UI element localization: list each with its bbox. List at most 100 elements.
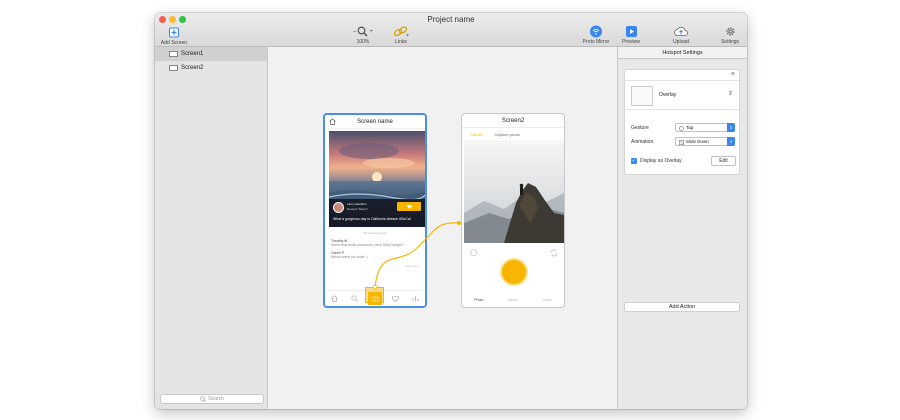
tab-activity[interactable] [390,293,402,305]
add-action-button[interactable]: Add Action [624,302,740,312]
sidebar-item-label: Screen1 [181,51,204,57]
capture-tabs: Cancel Capture photo [462,128,564,142]
proto-mirror-button[interactable]: Proto Mirror [580,25,612,45]
upload-button[interactable]: Upload [669,25,693,45]
gesture-label: Gesture [631,125,649,131]
screens-sidebar: Screen1 Screen2 Search [155,47,268,409]
comment-text: Whoa sweet pic dude :) [331,255,368,259]
comment-item: Calvin P. Whoa sweet pic dude :) [331,251,368,259]
preview-button[interactable]: Preview [619,25,643,45]
settings-button[interactable]: Settings [717,25,743,45]
display-overlay-checkbox[interactable]: ✓ Display as Overlay [631,158,682,164]
links-label: Links [395,39,407,45]
app-window: Project name Add Screen – + 100% Links P… [155,13,747,409]
settings-label: Settings [720,39,740,45]
screen1-header: Screen name [325,115,425,129]
tab-album[interactable]: Album [508,298,518,302]
preview-label: Preview [622,39,640,45]
transition-selector[interactable]: Overlay ⇕ [625,80,739,110]
design-canvas[interactable]: Screen name Larry Hamilton Newport Beach… [268,47,617,409]
tab-stats[interactable] [409,293,421,305]
link-icon [393,26,409,37]
screen-thumbnail-icon [169,51,178,57]
add-screen-button[interactable]: Add Screen [157,25,191,46]
tab-video[interactable]: Video [543,298,552,302]
sidebar-item-screen1[interactable]: Screen1 [155,47,267,61]
hotspot-settings-panel: Hotspot Settings × Overlay ⇕ Gesture Tap… [617,47,747,409]
post-info-bar: Larry Hamilton Newport Beach What a gorg… [329,199,425,227]
screen1-artboard[interactable]: Screen name Larry Hamilton Newport Beach… [323,113,427,308]
hotspot-card: × Overlay ⇕ Gesture Tap ⇕ Animation Slid… [624,69,740,175]
search-placeholder: Search [208,396,224,402]
gesture-value: Tap [686,125,694,130]
overlay-thumbnail [631,86,653,106]
checkmark-icon: ✓ [631,158,637,164]
post-caption: What a gorgeous day in California #beach… [333,217,411,221]
sidebar-item-screen2[interactable]: Screen2 [155,61,267,75]
gesture-select[interactable]: Tap ⇕ [675,123,735,132]
screen2-title: Screen2 [501,117,525,124]
grid-toggle-icon[interactable] [470,249,477,256]
stepper-arrows-icon: ⇕ [727,91,733,97]
sunset-photo: Larry Hamilton Newport Beach What a gorg… [329,131,425,227]
dropdown-arrow-icon: ⇕ [727,137,735,146]
display-overlay-label: Display as Overlay [640,158,682,164]
proto-mirror-label: Proto Mirror [582,39,610,45]
wifi-icon [590,25,602,38]
zoom-out-button[interactable]: – [353,29,356,35]
screen1-title: Screen name [357,118,393,125]
comment-text: Damn that looks awesome Larry! BBQ tonig… [331,243,404,247]
cancel-link[interactable]: Cancel [470,132,482,137]
tap-icon [679,126,684,131]
animation-select[interactable]: Slide Down ⇕ [675,137,735,146]
transition-name: Overlay [659,92,677,98]
zoom-in-button[interactable]: + [369,29,373,35]
home-icon [329,118,336,125]
upload-label: Upload [673,39,689,45]
screen2-artboard[interactable]: Screen2 Cancel Capture photo Photo Album… [461,113,565,308]
edit-button[interactable]: Edit [711,156,736,166]
animation-value: Slide Down [686,139,709,144]
gear-icon [725,27,735,36]
comment-item: Timothy M. Damn that looks awesome Larry… [331,239,404,247]
add-screen-label: Add Screen [160,40,188,46]
panel-header: Hotspot Settings [618,47,747,59]
tab-photo[interactable]: Photo [474,298,483,302]
play-icon [625,26,637,37]
capture-mode-tabs: Photo Album Video [462,298,564,302]
tab-home[interactable] [329,293,341,305]
slide-down-icon [679,140,684,145]
post-location: Newport Beach [347,207,368,211]
heart-icon [392,295,400,302]
sidebar-item-label: Screen2 [181,65,204,71]
post-user-name: Larry Hamilton [347,202,367,206]
hotspot-camera-tab[interactable] [365,287,384,303]
magnifier-icon [358,26,368,37]
zoom-level: 100% [356,39,370,45]
search-input[interactable]: Search [160,394,264,404]
screen2-header: Screen2 [462,114,564,128]
mountain-photo-graphic [464,143,564,243]
like-button[interactable] [397,202,421,211]
avatar [333,202,344,213]
zoom-control: – + 100% [348,25,378,45]
cloud-upload-icon [674,26,688,36]
animation-label: Animation [631,139,654,145]
close-icon[interactable]: × [731,71,735,78]
toolbar: Project name Add Screen – + 100% Links P… [155,13,747,47]
flip-camera-icon[interactable] [550,249,558,257]
dropdown-arrow-icon: ⇕ [727,123,735,132]
heart-icon [406,204,412,209]
window-title: Project name [427,15,475,24]
bar-chart-icon [412,296,419,302]
shutter-button[interactable] [500,258,528,286]
links-button[interactable]: Links [389,25,413,45]
tab-search[interactable] [348,293,360,305]
comment-count: 22 Comments (3) [363,231,387,235]
search-icon [351,295,358,302]
screen-thumbnail-icon [169,65,178,71]
capture-photo-title: Capture photo [494,132,520,137]
view-more-link[interactable]: view more [405,264,419,268]
search-icon [200,396,206,402]
home-icon [331,295,339,302]
